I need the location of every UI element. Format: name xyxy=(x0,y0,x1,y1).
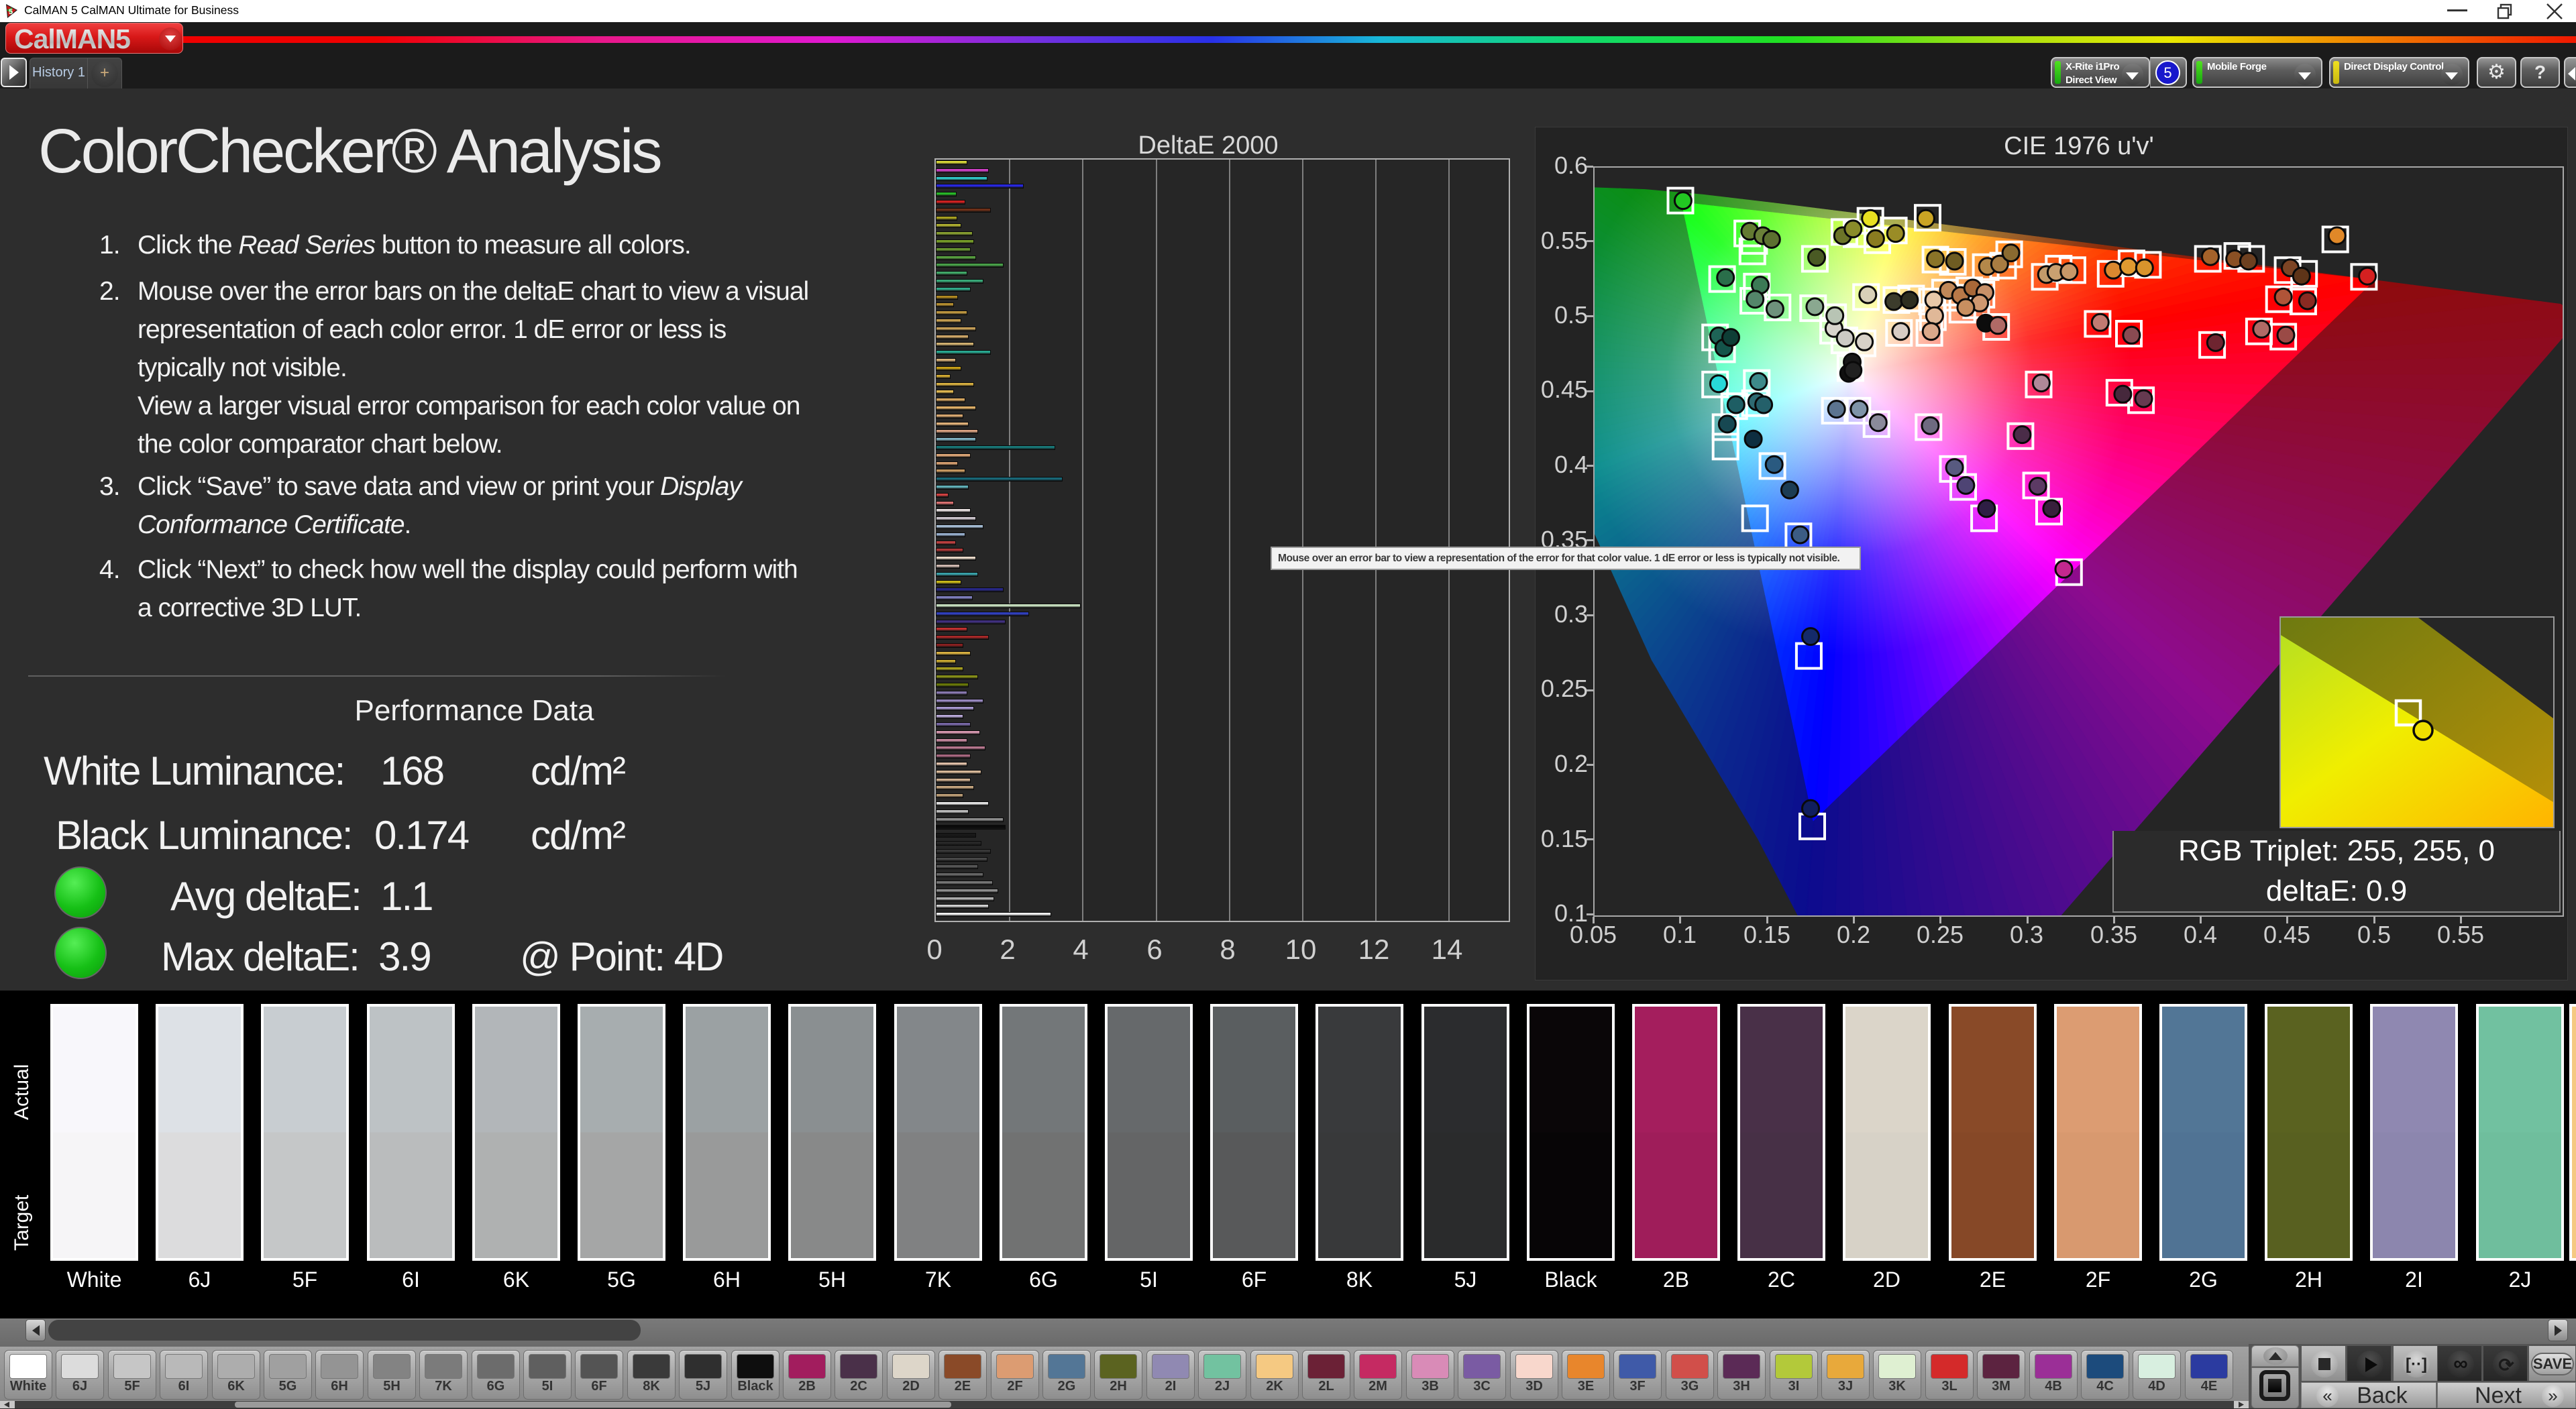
svg-text:5: 5 xyxy=(9,8,13,16)
